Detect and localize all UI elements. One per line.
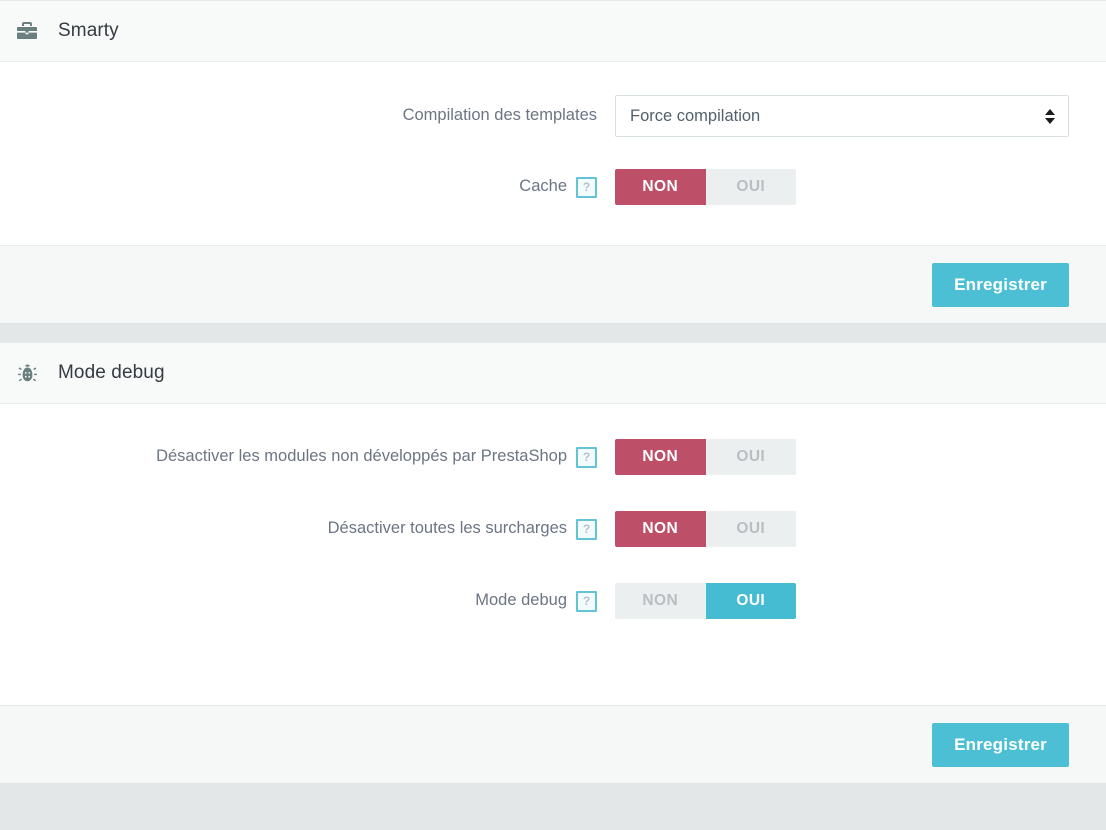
label-text: Désactiver les modules non développés pa… xyxy=(156,447,567,466)
control-disable-all-overrides: NON OUI xyxy=(615,511,796,547)
disable-non-prestashop-modules-toggle[interactable]: NON OUI xyxy=(615,439,796,475)
template-compilation-select-value[interactable]: Force compilation xyxy=(615,95,1069,137)
settings-page: Smarty Compilation des templates Force c… xyxy=(0,0,1106,830)
save-button-debug[interactable]: Enregistrer xyxy=(932,722,1069,767)
briefcase-icon xyxy=(14,18,40,44)
help-icon[interactable]: ? xyxy=(576,518,597,540)
panel-mode-debug-body: Désactiver les modules non développés pa… xyxy=(0,404,1106,705)
bug-icon xyxy=(14,360,40,386)
form-row-debug-mode: Mode debug ? NON OUI xyxy=(0,583,1106,619)
disable-non-prestashop-modules-toggle-no[interactable]: NON xyxy=(615,439,706,475)
panel-separator xyxy=(0,324,1106,342)
help-icon[interactable]: ? xyxy=(576,446,597,468)
label-template-compilation: Compilation des templates xyxy=(0,106,597,126)
cache-toggle-yes[interactable]: OUI xyxy=(705,169,796,205)
debug-mode-toggle-no[interactable]: NON xyxy=(615,583,706,619)
control-disable-non-prestashop-modules: NON OUI xyxy=(615,439,796,475)
label-text: Cache xyxy=(519,177,567,196)
debug-mode-toggle[interactable]: NON OUI xyxy=(615,583,796,619)
panel-smarty-footer: Enregistrer xyxy=(0,245,1106,323)
control-cache: NON OUI xyxy=(615,169,796,205)
panel-mode-debug-title: Mode debug xyxy=(58,362,165,383)
label-debug-mode: Mode debug ? xyxy=(0,590,597,612)
cache-toggle[interactable]: NON OUI xyxy=(615,169,796,205)
label-cache: Cache ? xyxy=(0,176,597,198)
control-template-compilation: Force compilation xyxy=(615,95,1069,137)
label-disable-all-overrides: Désactiver toutes les surcharges ? xyxy=(0,518,597,540)
save-button-smarty[interactable]: Enregistrer xyxy=(932,262,1069,307)
control-debug-mode: NON OUI xyxy=(615,583,796,619)
form-row-cache: Cache ? NON OUI xyxy=(0,169,1106,205)
form-row-template-compilation: Compilation des templates Force compilat… xyxy=(0,95,1106,137)
panel-smarty: Smarty Compilation des templates Force c… xyxy=(0,0,1106,324)
form-row-disable-all-overrides: Désactiver toutes les surcharges ? NON O… xyxy=(0,511,1106,547)
cache-toggle-no[interactable]: NON xyxy=(615,169,706,205)
panel-smarty-body: Compilation des templates Force compilat… xyxy=(0,62,1106,245)
label-disable-non-prestashop-modules: Désactiver les modules non développés pa… xyxy=(0,446,597,468)
disable-non-prestashop-modules-toggle-yes[interactable]: OUI xyxy=(705,439,796,475)
help-icon[interactable]: ? xyxy=(576,590,597,612)
disable-all-overrides-toggle-no[interactable]: NON xyxy=(615,511,706,547)
label-text: Mode debug xyxy=(475,591,567,610)
label-text: Désactiver toutes les surcharges xyxy=(327,519,567,538)
panel-mode-debug-header: Mode debug xyxy=(0,343,1106,404)
form-row-disable-non-prestashop-modules: Désactiver les modules non développés pa… xyxy=(0,439,1106,475)
help-icon[interactable]: ? xyxy=(576,176,597,198)
panel-mode-debug: Mode debug Désactiver les modules non dé… xyxy=(0,342,1106,784)
panel-mode-debug-footer: Enregistrer xyxy=(0,705,1106,783)
panel-smarty-header: Smarty xyxy=(0,1,1106,62)
template-compilation-select[interactable]: Force compilation xyxy=(615,95,1069,137)
panel-smarty-title: Smarty xyxy=(58,20,119,41)
label-text: Compilation des templates xyxy=(402,106,597,125)
disable-all-overrides-toggle[interactable]: NON OUI xyxy=(615,511,796,547)
debug-mode-toggle-yes[interactable]: OUI xyxy=(705,583,796,619)
disable-all-overrides-toggle-yes[interactable]: OUI xyxy=(705,511,796,547)
